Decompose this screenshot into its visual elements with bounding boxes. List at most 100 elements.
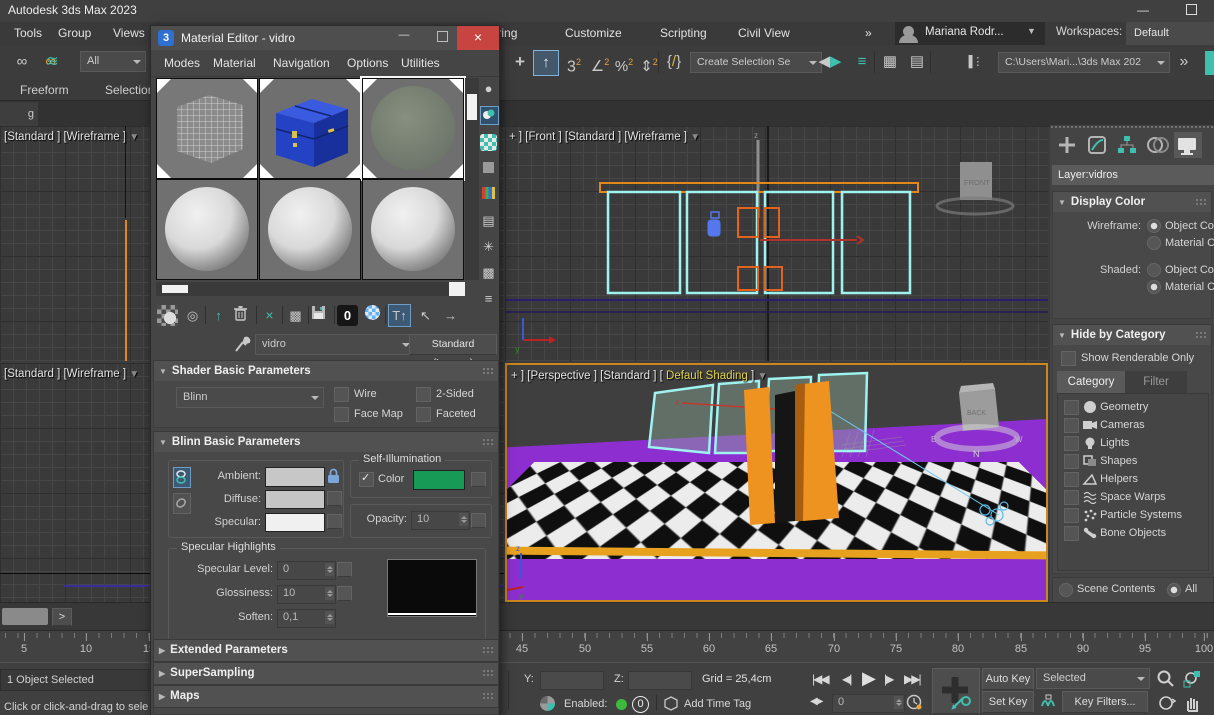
- diffuse-color-swatch[interactable]: [265, 490, 325, 509]
- close-icon[interactable]: ×: [457, 26, 499, 50]
- glossiness-map-button[interactable]: [337, 586, 352, 601]
- lock-ambient-diffuse-icon[interactable]: [173, 467, 191, 488]
- self-illum-color-checkbox[interactable]: [359, 472, 374, 487]
- viewport-top-label[interactable]: [Standard ] [Wireframe ]: [4, 131, 126, 143]
- category-checkbox-helpers[interactable]: [1064, 472, 1079, 487]
- sample-slot-wireframe-cube[interactable]: [156, 78, 258, 179]
- category-checkbox-geometry[interactable]: [1064, 400, 1079, 415]
- sample-slot-active-vidro[interactable]: [362, 78, 464, 179]
- get-material-icon[interactable]: [157, 305, 178, 326]
- pick-material-eyedropper-icon[interactable]: [233, 334, 251, 354]
- select-and-move-icon[interactable]: +: [508, 50, 532, 74]
- minimize-icon[interactable]: —: [1136, 4, 1150, 18]
- zoom-icon[interactable]: [1156, 669, 1176, 689]
- face-map-checkbox[interactable]: [334, 407, 349, 422]
- menu-views[interactable]: Views: [113, 26, 145, 40]
- tab-hierarchy-icon[interactable]: [1114, 132, 1142, 158]
- safe-frames-icon[interactable]: [540, 696, 555, 714]
- shaded-material-color-radio[interactable]: [1147, 280, 1161, 294]
- category-checkbox-particle-systems[interactable]: [1064, 508, 1079, 523]
- z-coordinate-field[interactable]: [628, 671, 692, 690]
- tab-motion-icon[interactable]: [1144, 132, 1172, 158]
- video-color-check-icon[interactable]: [480, 186, 497, 203]
- backlight-icon[interactable]: [480, 106, 499, 125]
- category-label[interactable]: Geometry: [1100, 401, 1148, 413]
- background-toggle-icon[interactable]: [480, 134, 497, 151]
- menu-customize[interactable]: Customize: [565, 26, 622, 40]
- make-material-copy-icon[interactable]: ×: [259, 305, 280, 326]
- project-folder-dropdown[interactable]: C:\Users\Mari...\3ds Max 202: [998, 52, 1170, 73]
- material-options-icon[interactable]: ✳: [480, 238, 497, 255]
- set-keys-icon[interactable]: [1038, 693, 1058, 710]
- shaded-object-color-radio[interactable]: [1147, 263, 1161, 277]
- toolbar-overflow-chevron[interactable]: »: [1172, 50, 1196, 74]
- vscroll-handle[interactable]: [467, 94, 477, 120]
- rollout-shader-basic[interactable]: ▼Shader Basic Parameters: [153, 360, 499, 383]
- account-menu[interactable]: Mariana Rodr... ▼: [895, 22, 1045, 45]
- two-sided-checkbox[interactable]: [416, 387, 431, 402]
- category-checkbox-shapes[interactable]: [1064, 454, 1079, 469]
- faceted-checkbox[interactable]: [416, 407, 431, 422]
- material-id-channel-icon[interactable]: 0: [337, 305, 358, 326]
- me-menu-modes[interactable]: Modes: [164, 56, 200, 70]
- material-type-button[interactable]: Standard (Legacy): [409, 334, 497, 355]
- viewport-front[interactable]: z FRONT: [505, 126, 1048, 361]
- maximize-icon[interactable]: [1184, 4, 1198, 18]
- me-menu-material[interactable]: Material: [213, 56, 256, 70]
- soften-spinner[interactable]: 0,1: [277, 609, 336, 628]
- select-and-link-icon[interactable]: ∞: [10, 50, 34, 74]
- curve-editor-icon[interactable]: ▐⋮: [962, 50, 986, 74]
- add-time-tag[interactable]: Add Time Tag: [684, 698, 751, 710]
- specular-map-button[interactable]: [327, 514, 342, 529]
- wire-checkbox[interactable]: [334, 387, 349, 402]
- time-configuration-icon[interactable]: [906, 694, 923, 711]
- category-label[interactable]: Bone Objects: [1100, 527, 1166, 539]
- menu-tools[interactable]: Tools: [14, 26, 42, 40]
- ribbon-subtab[interactable]: g: [0, 102, 38, 127]
- wireframe-material-color-radio[interactable]: [1147, 236, 1161, 250]
- filter-funnel-icon[interactable]: ▼: [757, 371, 767, 382]
- frame-step-icon[interactable]: ◀▶: [810, 696, 821, 707]
- add-keys-button[interactable]: [932, 668, 980, 714]
- show-renderable-only-checkbox[interactable]: [1061, 351, 1076, 366]
- category-label[interactable]: Particle Systems: [1100, 509, 1182, 521]
- glossiness-spinner[interactable]: 10: [277, 585, 336, 604]
- category-label[interactable]: Helpers: [1100, 473, 1138, 485]
- tab-category[interactable]: Category: [1057, 371, 1125, 393]
- specular-color-swatch[interactable]: [265, 513, 325, 532]
- put-material-to-scene-icon[interactable]: ◎: [182, 305, 203, 326]
- viewport-left-label[interactable]: [Standard ] [Wireframe ]: [4, 368, 126, 380]
- sample-ui-tile-icon[interactable]: [480, 160, 497, 177]
- maximize-icon[interactable]: [427, 31, 457, 45]
- open-listener-button[interactable]: >: [52, 608, 72, 626]
- key-filters-button[interactable]: Key Filters...: [1062, 691, 1148, 713]
- render-setup-icon[interactable]: [1205, 51, 1214, 75]
- set-key-button[interactable]: Set Key: [982, 691, 1034, 713]
- key-selection-dropdown[interactable]: Selected: [1036, 668, 1150, 689]
- scene-contents-radio[interactable]: [1059, 583, 1073, 597]
- make-unique-icon[interactable]: ▩: [285, 305, 306, 326]
- show-map-in-viewport-icon[interactable]: [362, 305, 383, 326]
- tab-display-icon[interactable]: [1174, 132, 1202, 158]
- mini-listener[interactable]: [2, 608, 48, 625]
- angle-snap-icon[interactable]: ∠2: [588, 50, 612, 74]
- bind-to-spacewarp-icon[interactable]: ∞≋: [40, 50, 64, 74]
- workspace-selector[interactable]: Default: [1126, 22, 1214, 45]
- go-to-parent-icon[interactable]: ↖: [415, 305, 436, 326]
- minimize-icon[interactable]: —: [389, 29, 419, 41]
- tab-create-icon[interactable]: [1054, 132, 1082, 158]
- specular-level-spinner[interactable]: 0: [277, 561, 336, 580]
- panel-grip[interactable]: [1050, 125, 1214, 130]
- self-illum-map-button[interactable]: [471, 472, 486, 487]
- material-name-dropdown[interactable]: vidro: [255, 334, 415, 355]
- ambient-color-swatch[interactable]: [265, 467, 325, 487]
- tab-modify-icon[interactable]: [1084, 132, 1112, 158]
- lock-diffuse-specular-icon[interactable]: [173, 493, 191, 514]
- self-illum-color-swatch[interactable]: [413, 470, 465, 490]
- menu-scripting[interactable]: Scripting: [660, 26, 707, 40]
- specular-level-map-button[interactable]: [337, 562, 352, 577]
- filter-funnel-icon[interactable]: ▼: [129, 369, 139, 380]
- layer-bar[interactable]: Layer:vidros: [1052, 165, 1214, 185]
- toggle-layer-explorer-icon[interactable]: ▦: [878, 50, 902, 74]
- sample-slot-sphere[interactable]: [156, 179, 258, 280]
